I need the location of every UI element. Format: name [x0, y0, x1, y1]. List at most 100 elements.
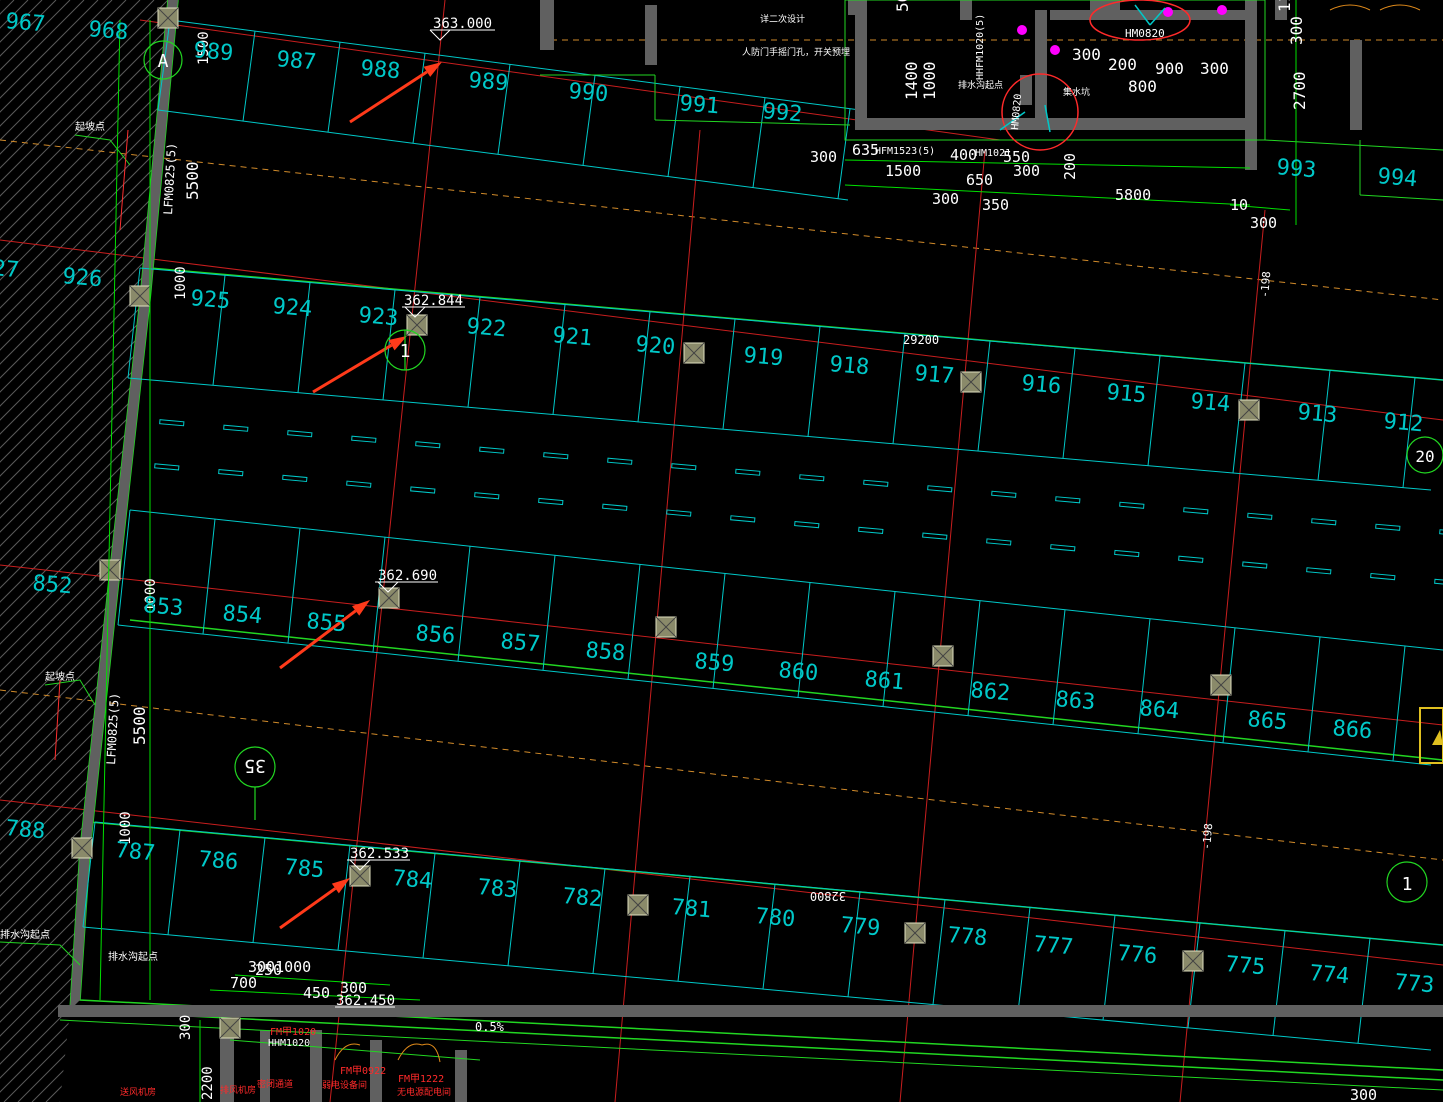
- column-10: [655, 616, 677, 638]
- stall-left-852: 852: [31, 571, 73, 599]
- top-note-2: 排水沟起点: [958, 79, 1003, 91]
- bottom-note-drain-start: 排水沟起点: [108, 950, 158, 963]
- bottom-door-tag-1: HHM1020: [268, 1038, 310, 1049]
- top-dim-300-3: 300: [1200, 59, 1229, 78]
- stall-914: 914: [1189, 389, 1231, 417]
- bottom-room-4: 无电源配电间: [397, 1086, 451, 1098]
- elevation-362-690: 362.690: [378, 568, 437, 584]
- top-dim-b-300-8: 300: [1013, 162, 1040, 180]
- stall-top-993-4: 993: [1275, 155, 1317, 183]
- stall-923: 923: [357, 303, 399, 331]
- stall-777: 777: [1032, 932, 1074, 960]
- slope-label: 0.5%: [475, 1020, 505, 1034]
- stall-859: 859: [693, 649, 735, 677]
- top-dim-b-400-3: 400: [950, 146, 977, 164]
- note-ramp-start-upper: 起坡点: [75, 120, 105, 133]
- stall-913: 913: [1296, 400, 1338, 428]
- top-dim-b-650-6: 650: [966, 171, 993, 189]
- stall-924: 924: [271, 294, 313, 322]
- left-dim-1000-a: 1000: [173, 266, 189, 300]
- top-dim-b-10-11: 10: [1230, 196, 1248, 214]
- top-dim-800-4: 800: [1128, 77, 1157, 96]
- stall-top-987-6: 987: [275, 47, 317, 75]
- top-door-tag-2: HFM1523(5): [875, 146, 935, 157]
- column-13: [349, 865, 371, 887]
- bottom-room-1: 排风机房: [220, 1084, 256, 1096]
- bottom-dim-450-3: 450: [303, 984, 330, 1002]
- stall-922: 922: [465, 314, 507, 342]
- stall-top-989-8: 989: [192, 38, 234, 66]
- bottom-dim-700-2: 700: [230, 974, 257, 992]
- bottom-door-tag-0: FM甲1020: [270, 1027, 316, 1038]
- stall-920: 920: [634, 332, 676, 360]
- stall-853: 853: [142, 593, 184, 621]
- top-dim-900-2: 900: [1155, 59, 1184, 78]
- column-1: [157, 7, 179, 29]
- stall-860: 860: [777, 658, 819, 686]
- stall-776: 776: [1116, 941, 1158, 969]
- top-dim-b-1500-2: 1500: [885, 162, 921, 180]
- stall-left-27: 27: [0, 256, 20, 283]
- stall-top-994-5: 994: [1376, 164, 1418, 192]
- stall-787: 787: [114, 838, 156, 866]
- bottom-door-tag-2: FM甲0922: [340, 1066, 386, 1077]
- elevation-362-533: 362.533: [350, 846, 409, 862]
- stall-778: 778: [946, 923, 988, 951]
- bottom-dim-300-5: 300: [178, 1015, 194, 1040]
- stall-862: 862: [969, 678, 1011, 706]
- stall-left-926: 926: [61, 264, 103, 292]
- stall-856: 856: [414, 621, 456, 649]
- stall-779: 779: [839, 913, 881, 941]
- stall-780: 780: [754, 904, 796, 932]
- bottom-room-0: 送风机房: [120, 1086, 156, 1098]
- stall-783: 783: [476, 875, 518, 903]
- top-note-1: 人防门手摇门孔，开关预埋: [742, 46, 850, 58]
- top-dim-2700-5: 2700: [1290, 71, 1309, 110]
- stall-866: 866: [1331, 716, 1373, 744]
- bottom-dim-250-1: 250: [255, 961, 282, 979]
- note-drain-start-left: 排水沟起点: [0, 928, 50, 941]
- column-6: [683, 342, 705, 364]
- slope-mark-upper: -198: [1258, 271, 1273, 299]
- stall-left-967: 967: [4, 9, 46, 37]
- cad-drawing-canvas[interactable]: A 1 20 35 1 363.000 362.844 362.690 362.…: [0, 0, 1443, 1102]
- top-dim-300-6: 300: [1287, 16, 1306, 45]
- top-dim-b-5800-10: 5800: [1115, 186, 1151, 204]
- stall-782: 782: [561, 884, 603, 912]
- column-3: [99, 559, 121, 581]
- bay-dimension-32800: 32800: [810, 889, 846, 903]
- top-note-3: 集水坑: [1063, 86, 1090, 98]
- stall-786: 786: [197, 847, 239, 875]
- elevation-363-000: 363.000: [433, 16, 492, 32]
- stall-925: 925: [189, 286, 231, 314]
- top-dim-300-0: 300: [1072, 45, 1101, 64]
- stall-781: 781: [670, 895, 712, 923]
- top-dim-200-1: 200: [1108, 55, 1137, 74]
- top-dim-1400-8: 1400: [902, 61, 921, 100]
- left-dim-5500-top: 5500: [183, 161, 202, 200]
- column-15: [904, 922, 926, 944]
- grid-bubble-35: 35: [244, 755, 266, 776]
- top-dim-b-350-5: 350: [982, 196, 1009, 214]
- left-hatch-area: [0, 0, 1443, 1102]
- top-dim-b-300-12: 300: [1250, 214, 1277, 232]
- stall-left-788: 788: [4, 816, 46, 844]
- column-7: [960, 371, 982, 393]
- stall-top-991-2: 991: [678, 91, 720, 119]
- left-dim-5500-bottom: 5500: [130, 706, 149, 745]
- top-door-tag-0: HM0820: [1125, 27, 1165, 40]
- stall-865: 865: [1246, 707, 1288, 735]
- stall-921: 921: [551, 323, 593, 351]
- top-dim-b-300-4: 300: [932, 190, 959, 208]
- column-4: [71, 837, 93, 859]
- bottom-dim-300-7: 300: [1350, 1086, 1377, 1102]
- top-door-tag-3: HM1021: [975, 148, 1011, 159]
- stall-918: 918: [828, 352, 870, 380]
- bay-dimension-29200: 29200: [903, 333, 939, 347]
- grid-bubble-a: A: [158, 51, 169, 72]
- top-dim-50-9: 50: [893, 0, 912, 12]
- stall-785: 785: [283, 855, 325, 883]
- stall-854: 854: [221, 601, 263, 629]
- top-dim-b-200-9: 200: [1061, 153, 1079, 180]
- stall-top-990-1: 990: [567, 79, 609, 107]
